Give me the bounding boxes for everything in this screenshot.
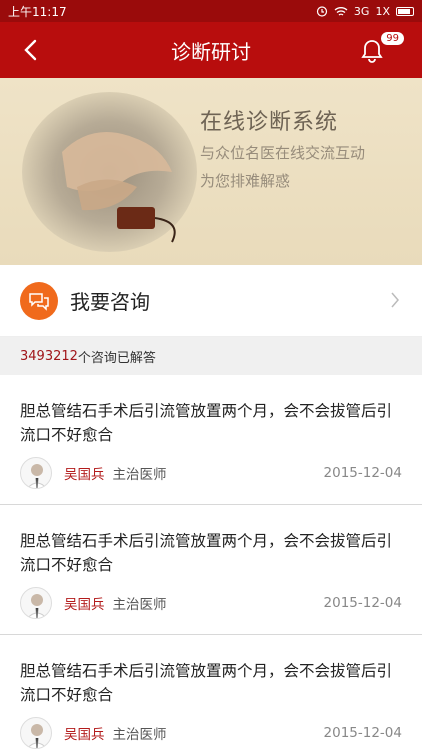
avatar xyxy=(20,587,52,619)
question-card[interactable]: 胆总管结石手术后引流管放置两个月，会不会拔管后引流口不好愈合 吴国兵 主治医师 … xyxy=(0,375,422,505)
consult-label: 我要咨询 xyxy=(70,290,150,314)
consult-entry[interactable]: 我要咨询 xyxy=(0,265,422,337)
app-bar: 诊断研讨 99 xyxy=(0,22,422,78)
avatar xyxy=(20,457,52,489)
chat-icon xyxy=(20,281,58,320)
hero-banner: 在线诊断系统 与众位名医在线交流互动 为您排难解惑 xyxy=(0,78,422,265)
question-meta: 吴国兵 主治医师 2015-12-04 xyxy=(20,457,402,489)
question-card[interactable]: 胆总管结石手术后引流管放置两个月，会不会拔管后引流口不好愈合 吴国兵 主治医师 … xyxy=(0,635,422,750)
alarm-icon xyxy=(316,6,328,17)
notification-badge: 99 xyxy=(381,32,404,45)
question-date: 2015-12-04 xyxy=(323,465,402,481)
banner-title: 在线诊断系统 xyxy=(200,110,339,135)
question-text: 胆总管结石手术后引流管放置两个月，会不会拔管后引流口不好愈合 xyxy=(20,402,393,444)
back-button[interactable] xyxy=(16,36,44,64)
doctor-name[interactable]: 吴国兵 xyxy=(64,593,105,613)
question-text: 胆总管结石手术后引流管放置两个月，会不会拔管后引流口不好愈合 xyxy=(20,532,393,574)
chevron-right-icon xyxy=(391,292,399,308)
page-title: 诊断研讨 xyxy=(171,39,251,64)
question-meta: 吴国兵 主治医师 2015-12-04 xyxy=(20,717,402,749)
doctor-title: 主治医师 xyxy=(112,597,167,613)
carrier-label: 1X xyxy=(375,4,390,18)
doctor-name[interactable]: 吴国兵 xyxy=(64,723,105,743)
bell-icon xyxy=(361,40,383,63)
question-text: 胆总管结石手术后引流管放置两个月，会不会拔管后引流口不好愈合 xyxy=(20,662,393,704)
question-card[interactable]: 胆总管结石手术后引流管放置两个月，会不会拔管后引流口不好愈合 吴国兵 主治医师 … xyxy=(0,505,422,635)
battery-icon xyxy=(396,6,414,16)
doctor-title: 主治医师 xyxy=(112,727,167,743)
banner-subtitle-2: 为您排难解惑 xyxy=(200,172,291,190)
question-date: 2015-12-04 xyxy=(323,725,402,741)
question-date: 2015-12-04 xyxy=(323,595,402,611)
doctor-title: 主治医师 xyxy=(112,467,167,483)
banner-image xyxy=(22,92,197,252)
doctor-name[interactable]: 吴国兵 xyxy=(64,463,105,483)
status-icons: 3G 1X xyxy=(316,5,414,18)
status-time: 上午11:17 xyxy=(8,4,67,19)
avatar xyxy=(20,717,52,749)
status-bar: 上午11:17 3G 1X xyxy=(0,0,422,22)
answered-label: 个咨询已解答 xyxy=(77,350,156,366)
question-list: 胆总管结石手术后引流管放置两个月，会不会拔管后引流口不好愈合 吴国兵 主治医师 … xyxy=(0,375,422,750)
notification-button[interactable]: 99 xyxy=(358,32,404,68)
question-meta: 吴国兵 主治医师 2015-12-04 xyxy=(20,587,402,619)
banner-subtitle-1: 与众位名医在线交流互动 xyxy=(200,144,366,162)
wifi-icon xyxy=(334,6,348,16)
back-arrow-icon xyxy=(24,39,37,61)
answered-count: 3493212 xyxy=(20,348,78,364)
stats-bar: 3493212 个咨询已解答 xyxy=(0,337,422,375)
signal-label: 3G xyxy=(353,4,370,18)
